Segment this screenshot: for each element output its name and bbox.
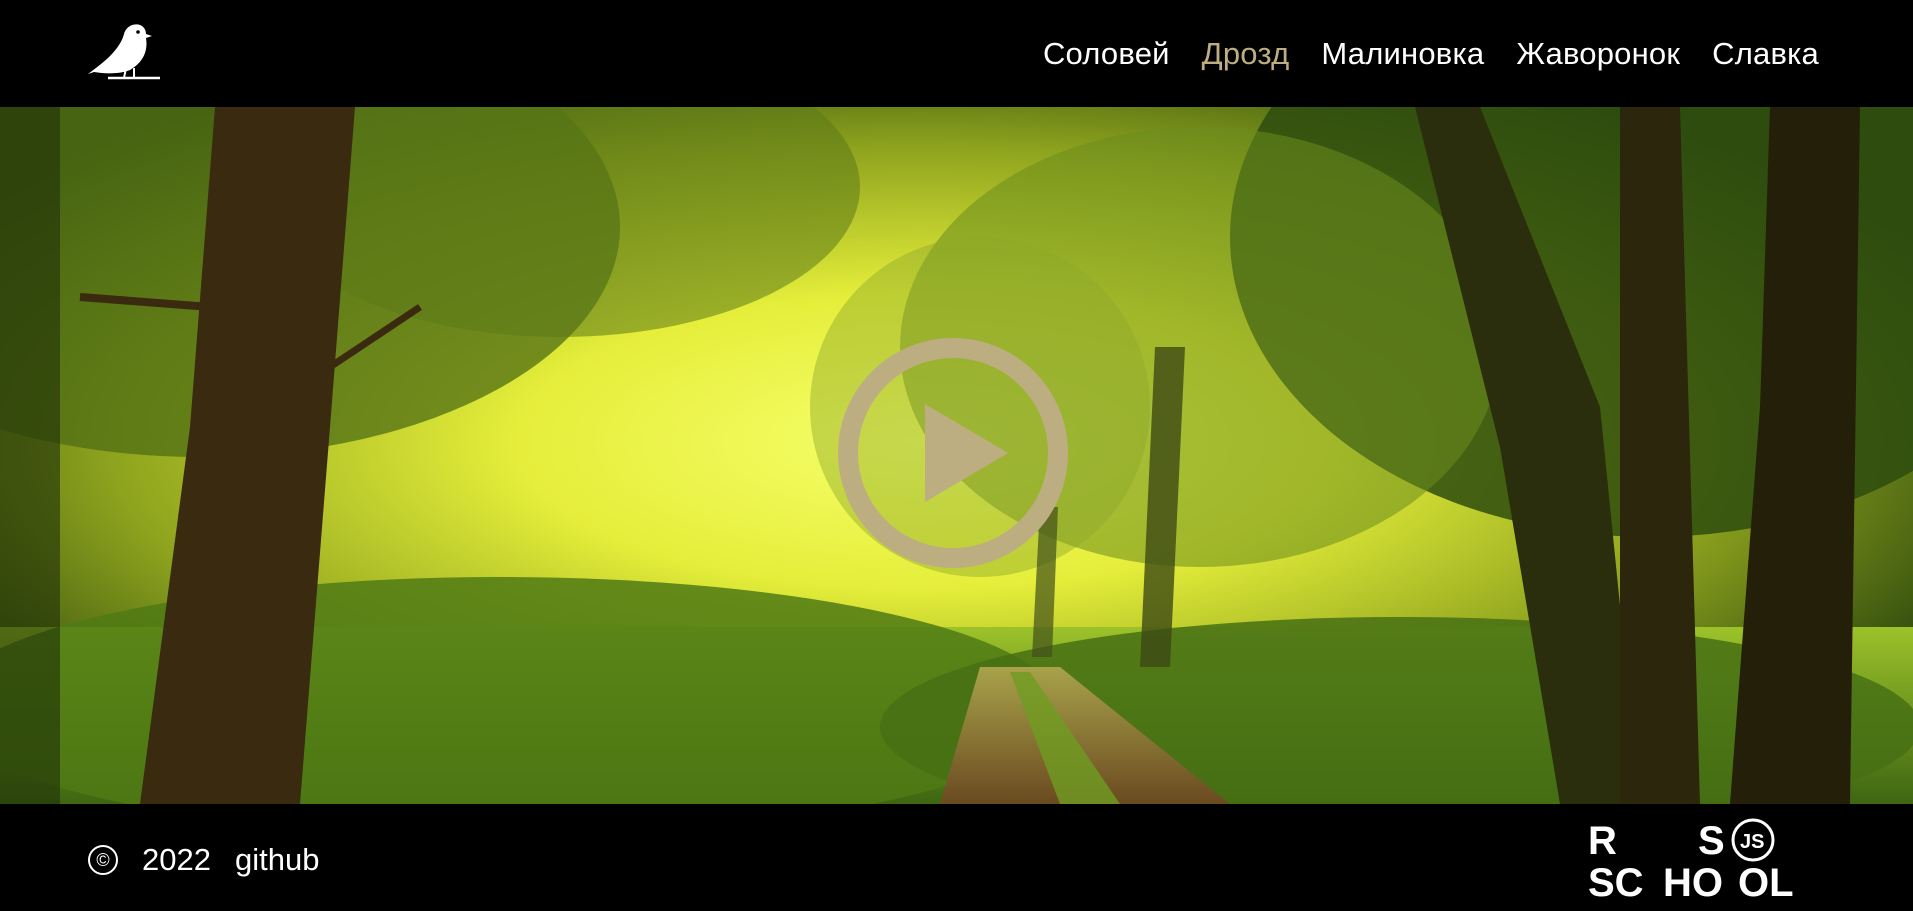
nav-item-slavka[interactable]: Славка	[1712, 36, 1819, 72]
nav-item-solovei[interactable]: Соловей	[1043, 36, 1170, 72]
copyright-symbol: ©	[88, 845, 118, 875]
nav-item-zhavoronok[interactable]: Жаворонок	[1516, 36, 1680, 72]
rs-school-logo[interactable]: R S JS SC HO OL	[1588, 818, 1806, 900]
play-circle-icon[interactable]	[836, 336, 1070, 570]
hero-forest-image	[0, 107, 1913, 804]
site-footer: © 2022 github R S JS SC HO OL	[0, 804, 1913, 911]
svg-text:OL: OL	[1738, 861, 1794, 900]
svg-text:S: S	[1698, 819, 1725, 863]
main-nav: Соловей Дрозд Малиновка Жаворонок Славка	[1043, 0, 1819, 107]
github-link[interactable]: github	[235, 842, 319, 878]
copyright-year: 2022	[142, 842, 211, 877]
js-badge: JS	[1740, 831, 1764, 853]
nav-item-malinovka[interactable]: Малиновка	[1321, 36, 1484, 72]
svg-text:R: R	[1588, 819, 1617, 863]
copyright: © 2022 github	[88, 842, 319, 878]
bird-icon[interactable]	[86, 22, 164, 84]
site-header: Соловей Дрозд Малиновка Жаворонок Славка	[0, 0, 1913, 107]
nav-item-drozd[interactable]: Дрозд	[1202, 36, 1290, 72]
svg-text:HO: HO	[1663, 861, 1723, 900]
svg-text:SC: SC	[1588, 861, 1644, 900]
